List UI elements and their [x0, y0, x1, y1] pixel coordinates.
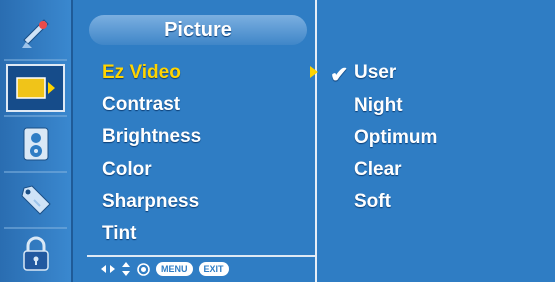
- option-label: User: [354, 62, 397, 83]
- menu-item-ez-video[interactable]: Ez Video: [102, 60, 318, 86]
- checkmark-icon: ✔: [330, 62, 349, 87]
- menu-item-label: Tint: [102, 223, 137, 244]
- submenu-arrow-icon: [310, 66, 318, 78]
- menu-item-label: Contrast: [102, 94, 181, 115]
- osd-window: Picture Ez Video Contrast Brightness Col…: [0, 0, 555, 282]
- menu-item-label: Ez Video: [102, 62, 181, 83]
- menu-item-label: Color: [102, 159, 152, 180]
- option-label: Clear: [354, 159, 402, 180]
- up-down-arrows-icon: [122, 262, 130, 276]
- exit-key-badge: EXIT: [198, 262, 229, 276]
- picture-icon: [15, 77, 55, 99]
- option-optimum[interactable]: Optimum: [354, 124, 437, 152]
- menu-item-tint[interactable]: Tint: [102, 221, 312, 247]
- option-user[interactable]: ✔ User: [330, 59, 397, 87]
- audio-icon: [23, 127, 48, 161]
- menu-title: Picture: [89, 15, 307, 45]
- menu-item-brightness[interactable]: Brightness: [102, 124, 312, 150]
- sidebar-item-special[interactable]: [6, 176, 65, 224]
- option-night[interactable]: Night: [354, 92, 403, 120]
- hint-divider: [87, 255, 315, 257]
- sidebar-item-picture[interactable]: [6, 64, 65, 112]
- left-right-arrows-icon: [101, 265, 115, 273]
- sidebar-divider: [4, 171, 67, 173]
- sidebar-item-audio[interactable]: [6, 120, 65, 168]
- option-label: Optimum: [354, 127, 438, 148]
- navigation-hints: MENU EXIT: [101, 258, 229, 280]
- option-clear[interactable]: Clear: [354, 156, 402, 184]
- menu-item-label: Brightness: [102, 126, 202, 147]
- sidebar-divider: [4, 227, 67, 229]
- ez-video-options: ✔ User Night Optimum Clear Soft: [320, 0, 555, 282]
- menu-item-contrast[interactable]: Contrast: [102, 92, 312, 118]
- ok-button-icon: [137, 262, 150, 276]
- menu-item-sharpness[interactable]: Sharpness: [102, 189, 312, 215]
- menu-item-label: Sharpness: [102, 191, 200, 212]
- tag-icon: [20, 185, 51, 215]
- menu-key-badge: MENU: [156, 262, 193, 276]
- satellite-dish-icon: [21, 19, 49, 48]
- sidebar-divider: [4, 59, 67, 61]
- option-label: Soft: [354, 191, 391, 212]
- picture-menu: Picture Ez Video Contrast Brightness Col…: [73, 0, 318, 282]
- option-label: Night: [354, 95, 403, 116]
- category-sidebar: [0, 0, 73, 282]
- sidebar-item-lock[interactable]: [6, 230, 65, 278]
- sidebar-divider: [4, 115, 67, 117]
- menu-item-color[interactable]: Color: [102, 157, 312, 183]
- sidebar-item-station[interactable]: [6, 8, 65, 56]
- lock-icon: [22, 236, 49, 271]
- option-soft[interactable]: Soft: [354, 188, 391, 216]
